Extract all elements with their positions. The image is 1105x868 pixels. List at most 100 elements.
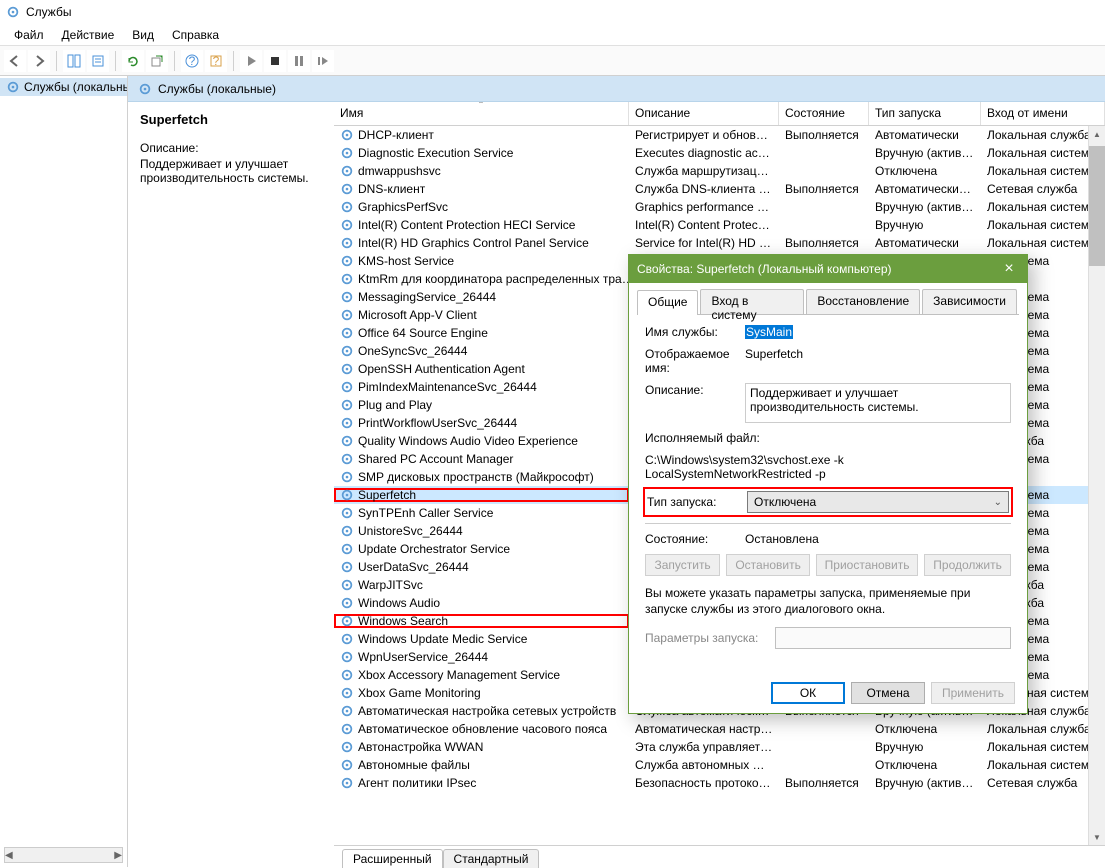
export-button[interactable] xyxy=(146,50,168,72)
cell-startup: Автоматически… xyxy=(869,182,981,196)
service-name: Xbox Game Monitoring xyxy=(358,686,481,700)
gear-icon xyxy=(138,82,152,96)
service-row[interactable]: Intel(R) HD Graphics Control Panel Servi… xyxy=(334,234,1105,252)
gear-icon xyxy=(340,542,354,556)
tree-h-scrollbar[interactable]: ◀▶ xyxy=(4,847,123,863)
cell-logon: Локальная система xyxy=(981,146,1105,160)
cell-desc: Intel(R) Content Protect… xyxy=(629,218,779,232)
desc-textbox[interactable]: Поддерживает и улучшает производительнос… xyxy=(745,383,1011,423)
help-button[interactable]: ? xyxy=(181,50,203,72)
tab-logon[interactable]: Вход в систему xyxy=(700,289,804,314)
svg-text:?: ? xyxy=(213,54,220,68)
properties-dialog: Свойства: Superfetch (Локальный компьюте… xyxy=(628,254,1028,714)
service-name: PimIndexMaintenanceSvc_26444 xyxy=(358,380,537,394)
menu-view[interactable]: Вид xyxy=(124,26,162,44)
cell-logon: Локальная система xyxy=(981,236,1105,250)
toolbar: ? ? xyxy=(0,46,1105,76)
tab-extended[interactable]: Расширенный xyxy=(342,849,443,868)
service-row[interactable]: Автономные файлыСлужба автономных ф…Откл… xyxy=(334,756,1105,774)
tab-standard[interactable]: Стандартный xyxy=(443,849,540,868)
service-name: Quality Windows Audio Video Experience xyxy=(358,434,578,448)
service-row[interactable]: Автоматическое обновление часового пояса… xyxy=(334,720,1105,738)
start-service-button[interactable] xyxy=(240,50,262,72)
service-name-value[interactable]: SysMain xyxy=(745,325,793,339)
service-row[interactable]: Intel(R) Content Protection HECI Service… xyxy=(334,216,1105,234)
cell-desc: Graphics performance … xyxy=(629,200,779,214)
stop-button: Остановить xyxy=(726,554,810,576)
cell-logon: Сетевая служба xyxy=(981,182,1105,196)
cell-logon: Локальная система xyxy=(981,218,1105,232)
cell-desc: Эта служба управляет … xyxy=(629,740,779,754)
cell-logon: Локальная система xyxy=(981,164,1105,178)
tab-deps[interactable]: Зависимости xyxy=(922,289,1017,314)
menu-help[interactable]: Справка xyxy=(164,26,227,44)
cell-logon: Локальная система xyxy=(981,758,1105,772)
service-name: Xbox Accessory Management Service xyxy=(358,668,560,682)
col-name[interactable]: ⌃Имя xyxy=(334,102,629,125)
service-row[interactable]: DNS-клиентСлужба DNS-клиента (…Выполняет… xyxy=(334,180,1105,198)
cell-startup: Отключена xyxy=(869,758,981,772)
display-name-value: Superfetch xyxy=(745,347,1011,361)
gear-icon xyxy=(340,182,354,196)
exe-path: C:\Windows\system32\svchost.exe -k Local… xyxy=(645,453,1011,481)
col-desc[interactable]: Описание xyxy=(629,102,779,125)
menu-file[interactable]: Файл xyxy=(6,26,52,44)
gear-icon xyxy=(340,650,354,664)
service-name: Автономные файлы xyxy=(358,758,470,772)
service-name: KMS-host Service xyxy=(358,254,454,268)
stop-service-button[interactable] xyxy=(264,50,286,72)
service-row[interactable]: Агент политики IPsecБезопасность протоко… xyxy=(334,774,1105,792)
col-logon[interactable]: Вход от имени xyxy=(981,102,1105,125)
service-name: DNS-клиент xyxy=(358,182,425,196)
detail-title: Superfetch xyxy=(140,112,322,127)
menubar: Файл Действие Вид Справка xyxy=(0,24,1105,46)
cell-state: Выполняется xyxy=(779,182,869,196)
dialog-titlebar[interactable]: Свойства: Superfetch (Локальный компьюте… xyxy=(629,255,1027,283)
forward-button[interactable] xyxy=(28,50,50,72)
gear-icon xyxy=(340,686,354,700)
menu-action[interactable]: Действие xyxy=(54,26,123,44)
col-startup[interactable]: Тип запуска xyxy=(869,102,981,125)
refresh-button[interactable] xyxy=(122,50,144,72)
chevron-down-icon: ⌄ xyxy=(994,497,1002,508)
tab-general[interactable]: Общие xyxy=(637,290,698,315)
service-row[interactable]: Автонастройка WWANЭта служба управляет …… xyxy=(334,738,1105,756)
service-row[interactable]: Diagnostic Execution ServiceExecutes dia… xyxy=(334,144,1105,162)
startup-type-dropdown[interactable]: Отключена ⌄ xyxy=(747,491,1009,513)
service-row[interactable]: DHCP-клиентРегистрирует и обнов…Выполняе… xyxy=(334,126,1105,144)
gear-icon xyxy=(340,290,354,304)
col-state[interactable]: Состояние xyxy=(779,102,869,125)
gear-icon xyxy=(340,470,354,484)
window-titlebar: Службы xyxy=(0,0,1105,24)
service-row[interactable]: GraphicsPerfSvcGraphics performance …Вру… xyxy=(334,198,1105,216)
gear-icon xyxy=(340,614,354,628)
cell-desc: Service for Intel(R) HD G… xyxy=(629,236,779,250)
restart-service-button[interactable] xyxy=(312,50,334,72)
service-name: Автоматическое обновление часового пояса xyxy=(358,722,607,736)
tree-item-services[interactable]: Службы (локальные) xyxy=(0,78,127,96)
back-button[interactable] xyxy=(4,50,26,72)
start-button[interactable]: Запустить xyxy=(645,554,720,576)
help2-button[interactable]: ? xyxy=(205,50,227,72)
cell-startup: Вручную (актив… xyxy=(869,146,981,160)
ok-button[interactable]: ОК xyxy=(771,682,845,704)
service-row[interactable]: dmwappushsvcСлужба маршрутизац…Отключена… xyxy=(334,162,1105,180)
service-name: Windows Audio xyxy=(358,596,440,610)
tab-recovery[interactable]: Восстановление xyxy=(806,289,920,314)
cell-desc: Безопасность протоко… xyxy=(629,776,779,790)
show-hide-tree-button[interactable] xyxy=(63,50,85,72)
gear-icon xyxy=(340,596,354,610)
exe-label: Исполняемый файл: xyxy=(645,431,760,445)
pause-service-button[interactable] xyxy=(288,50,310,72)
gear-icon xyxy=(340,128,354,142)
cell-startup: Автоматически xyxy=(869,128,981,142)
service-name: SynTPEnh Caller Service xyxy=(358,506,493,520)
service-name: PrintWorkflowUserSvc_26444 xyxy=(358,416,517,430)
close-icon[interactable]: × xyxy=(999,259,1019,279)
v-scrollbar[interactable]: ▲▼ xyxy=(1088,126,1105,845)
detail-desc-text: Поддерживает и улучшает производительнос… xyxy=(140,157,322,185)
service-name: MessagingService_26444 xyxy=(358,290,496,304)
tree-item-label: Службы (локальные) xyxy=(24,80,128,94)
cancel-button[interactable]: Отмена xyxy=(851,682,925,704)
properties-button[interactable] xyxy=(87,50,109,72)
